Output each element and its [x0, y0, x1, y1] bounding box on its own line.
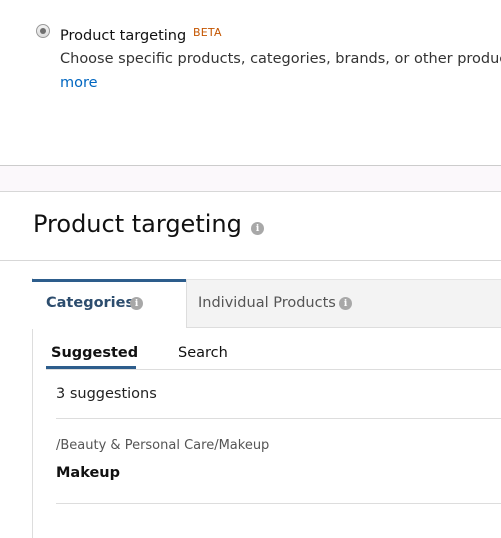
- tab-categories-label[interactable]: Categories: [46, 295, 134, 311]
- targeting-option-title[interactable]: Product targeting: [60, 28, 186, 44]
- more-link[interactable]: more: [60, 75, 98, 91]
- radio-selected-dot: [40, 28, 46, 34]
- info-icon[interactable]: i: [339, 297, 352, 310]
- tab-individual-products-label[interactable]: Individual Products: [198, 295, 336, 311]
- section-title: Product targeting: [33, 210, 242, 238]
- divider: [56, 418, 501, 419]
- divider: [56, 503, 501, 504]
- targeting-option-description: Choose specific products, categories, br…: [60, 51, 501, 67]
- divider: [0, 260, 501, 261]
- subtab-search[interactable]: Search: [178, 345, 228, 361]
- info-icon[interactable]: i: [251, 222, 264, 235]
- subtab-suggested[interactable]: Suggested: [51, 345, 138, 361]
- product-targeting-radio[interactable]: [36, 24, 50, 38]
- info-icon[interactable]: i: [130, 297, 143, 310]
- suggestions-count: 3 suggestions: [56, 386, 157, 402]
- section-separator-band: [0, 166, 501, 192]
- divider: [46, 369, 501, 370]
- beta-badge: BETA: [193, 26, 222, 39]
- category-name: Makeup: [56, 465, 121, 481]
- category-path: /Beauty & Personal Care/Makeup: [56, 438, 270, 453]
